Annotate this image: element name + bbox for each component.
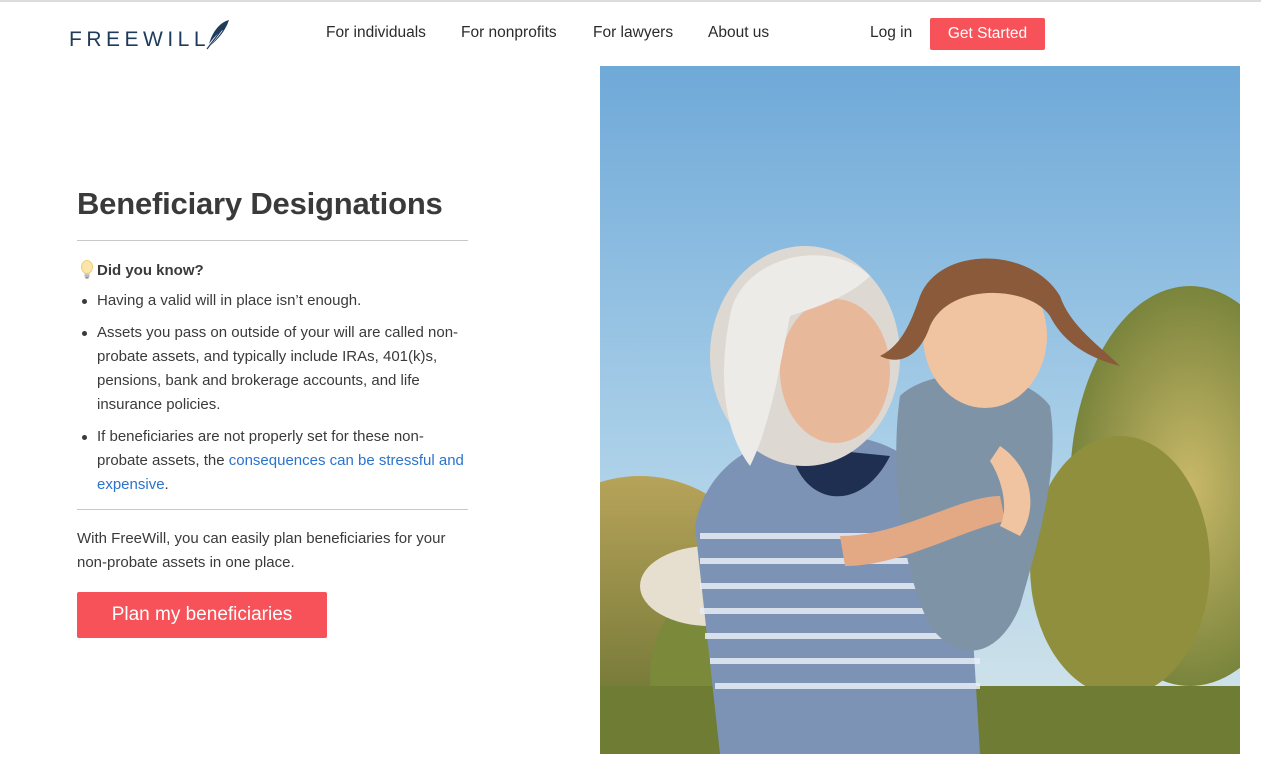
logo-wordmark: FREEWILL: [69, 28, 211, 51]
list-item: If beneficiaries are not properly set fo…: [82, 425, 468, 497]
nav-for-nonprofits[interactable]: For nonprofits: [461, 24, 557, 42]
hero-photo: [600, 66, 1240, 754]
facts-list: Having a valid will in place isn’t enoug…: [77, 289, 468, 497]
photo-grandmother-granddaughter-icon: [600, 66, 1240, 754]
closing-text: With FreeWill, you can easily plan benef…: [77, 530, 446, 571]
get-started-button[interactable]: Get Started: [930, 18, 1045, 50]
did-you-know-label: Did you know?: [97, 261, 204, 279]
divider: [77, 509, 468, 510]
did-you-know-heading: Did you know?: [77, 259, 468, 281]
feather-icon: [206, 20, 229, 50]
plan-beneficiaries-button[interactable]: Plan my beneficiaries: [77, 592, 327, 638]
main-content: Beneficiary Designations Did you know? H…: [77, 180, 468, 638]
fact-text: Having a valid will in place isn’t enoug…: [97, 292, 362, 309]
nav-for-lawyers[interactable]: For lawyers: [593, 24, 673, 42]
fact-text: Assets you pass on outside of your will …: [97, 324, 459, 413]
nav-for-individuals[interactable]: For individuals: [326, 24, 426, 42]
list-item: Assets you pass on outside of your will …: [82, 321, 468, 417]
page-title: Beneficiary Designations: [77, 186, 443, 221]
divider: [77, 240, 468, 241]
top-border: [0, 0, 1261, 2]
lightbulb-icon: [81, 260, 93, 279]
fact-text-end: .: [164, 476, 169, 493]
login-link[interactable]: Log in: [870, 24, 912, 42]
freewill-logo[interactable]: FREEWILL: [69, 18, 231, 52]
nav-about-us[interactable]: About us: [708, 24, 769, 42]
list-item: Having a valid will in place isn’t enoug…: [82, 289, 468, 313]
